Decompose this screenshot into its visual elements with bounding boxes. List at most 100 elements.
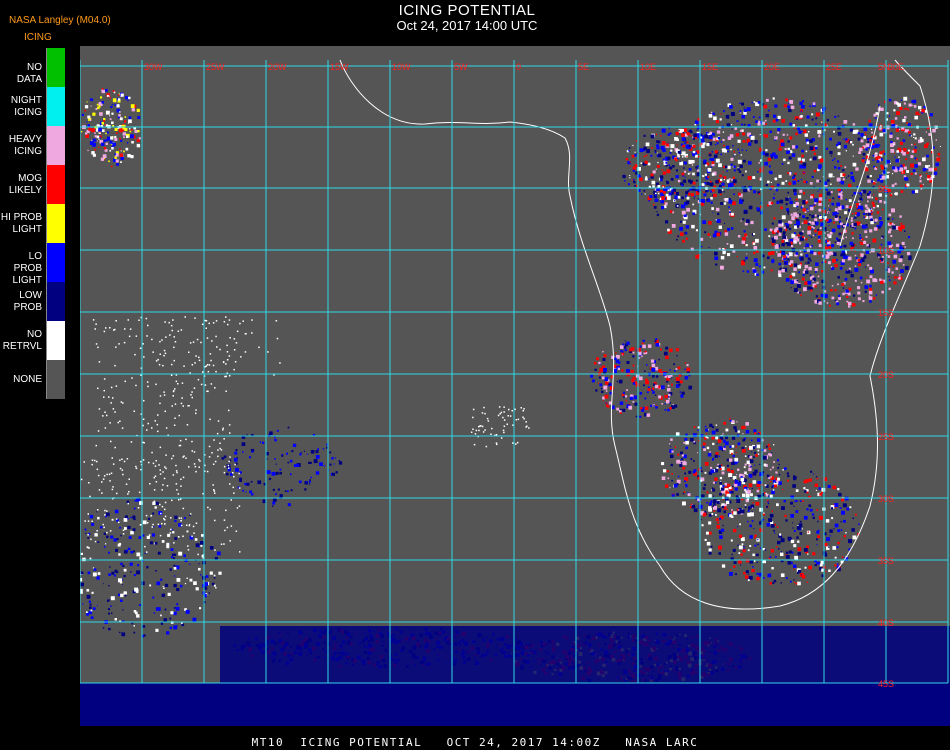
icing-pixel bbox=[733, 193, 735, 195]
icing-pixel bbox=[806, 545, 809, 549]
icing-pixel bbox=[749, 524, 752, 528]
icing-pixel bbox=[650, 154, 653, 157]
icing-pixel bbox=[852, 517, 854, 519]
icing-pixel bbox=[753, 251, 756, 255]
icing-pixel bbox=[722, 433, 724, 435]
icing-pixel bbox=[915, 189, 919, 193]
icing-pixel bbox=[792, 176, 795, 179]
icing-pixel bbox=[94, 148, 97, 151]
icing-pixel bbox=[778, 220, 782, 224]
icing-pixel bbox=[785, 278, 790, 282]
icing-pixel bbox=[783, 158, 786, 162]
icing-pixel bbox=[879, 278, 882, 281]
icing-pixel bbox=[105, 110, 110, 115]
icing-pixel bbox=[590, 374, 594, 378]
icing-pixel bbox=[192, 617, 197, 622]
icing-pixel bbox=[707, 168, 712, 172]
icing-pixel bbox=[677, 157, 679, 160]
icing-pixel bbox=[881, 237, 883, 239]
icing-pixel bbox=[808, 478, 812, 482]
icing-pixel bbox=[835, 259, 838, 261]
icing-pixel bbox=[169, 617, 172, 620]
icing-pixel bbox=[736, 499, 741, 503]
icing-pixel bbox=[865, 235, 868, 238]
icing-pixel bbox=[829, 137, 832, 141]
icing-pixel bbox=[815, 262, 819, 266]
icing-pixel bbox=[869, 275, 873, 279]
icing-pixel bbox=[650, 134, 655, 139]
icing-pixel bbox=[887, 262, 889, 264]
legend-item: HEAVY ICING bbox=[0, 126, 65, 165]
icing-pixel bbox=[807, 230, 811, 235]
icing-pixel bbox=[334, 457, 337, 459]
icing-pixel bbox=[848, 267, 851, 270]
icing-pixel bbox=[712, 505, 714, 507]
icing-pixel bbox=[889, 222, 892, 225]
icing-pixel bbox=[711, 161, 715, 164]
icing-pixel bbox=[800, 110, 802, 112]
icing-pixel bbox=[641, 355, 643, 358]
icing-pixel bbox=[94, 540, 97, 543]
icing-pixel bbox=[287, 503, 291, 507]
icing-pixel bbox=[621, 393, 625, 397]
icing-pixel bbox=[678, 383, 681, 386]
icing-pixel bbox=[692, 212, 696, 216]
icing-pixel bbox=[685, 232, 688, 235]
icing-pixel bbox=[807, 257, 811, 261]
icing-pixel bbox=[862, 146, 864, 149]
icing-pixel bbox=[195, 587, 199, 591]
icing-pixel bbox=[664, 403, 666, 405]
icing-pixel bbox=[866, 207, 869, 210]
icing-pixel bbox=[110, 596, 115, 601]
icing-pixel bbox=[793, 212, 797, 217]
icing-pixel bbox=[715, 518, 719, 522]
icing-pixel bbox=[677, 235, 680, 238]
icing-pixel bbox=[310, 450, 315, 454]
icing-pixel bbox=[741, 425, 745, 430]
icing-pixel bbox=[863, 136, 866, 139]
icing-pixel bbox=[629, 165, 631, 167]
icing-pixel bbox=[745, 558, 750, 563]
icing-pixel bbox=[872, 238, 877, 243]
icing-pixel bbox=[870, 209, 873, 212]
icing-pixel bbox=[724, 503, 727, 507]
icing-pixel bbox=[765, 183, 768, 187]
icing-pixel bbox=[809, 182, 813, 185]
icing-pixel bbox=[822, 219, 824, 221]
icing-pixel bbox=[655, 133, 658, 136]
icing-pixel bbox=[741, 174, 744, 177]
icing-pixel bbox=[914, 157, 917, 160]
icing-pixel bbox=[837, 115, 840, 117]
icing-pixel bbox=[790, 280, 795, 284]
icing-pixel bbox=[286, 452, 288, 455]
icing-pixel bbox=[658, 395, 662, 399]
icing-pixel bbox=[788, 182, 792, 186]
icing-pixel bbox=[671, 383, 673, 386]
icing-pixel bbox=[599, 383, 603, 387]
icing-pixel bbox=[762, 518, 765, 521]
icing-pixel bbox=[928, 165, 931, 167]
icing-pixel bbox=[899, 150, 902, 153]
icing-pixel bbox=[762, 577, 765, 579]
icing-pixel bbox=[744, 504, 747, 506]
icing-pixel bbox=[178, 551, 183, 556]
icing-pixel bbox=[867, 196, 871, 199]
icing-pixel bbox=[827, 233, 830, 237]
icing-pixel bbox=[174, 611, 177, 614]
icing-pixel bbox=[133, 631, 136, 634]
icing-pixel bbox=[706, 446, 710, 450]
icing-pixel bbox=[781, 119, 785, 123]
icing-pixel bbox=[735, 446, 737, 448]
icing-pixel bbox=[164, 523, 166, 525]
icing-pixel bbox=[711, 430, 716, 435]
icing-pixel bbox=[605, 381, 609, 385]
icing-pixel bbox=[677, 179, 681, 183]
icing-pixel bbox=[831, 285, 834, 287]
icing-pixel bbox=[855, 257, 858, 260]
icing-pixel bbox=[778, 174, 782, 178]
icing-pixel bbox=[198, 546, 200, 548]
icing-pixel bbox=[782, 260, 784, 262]
icing-pixel bbox=[793, 505, 795, 507]
icing-pixel bbox=[770, 201, 774, 205]
icing-pixel bbox=[840, 529, 843, 531]
